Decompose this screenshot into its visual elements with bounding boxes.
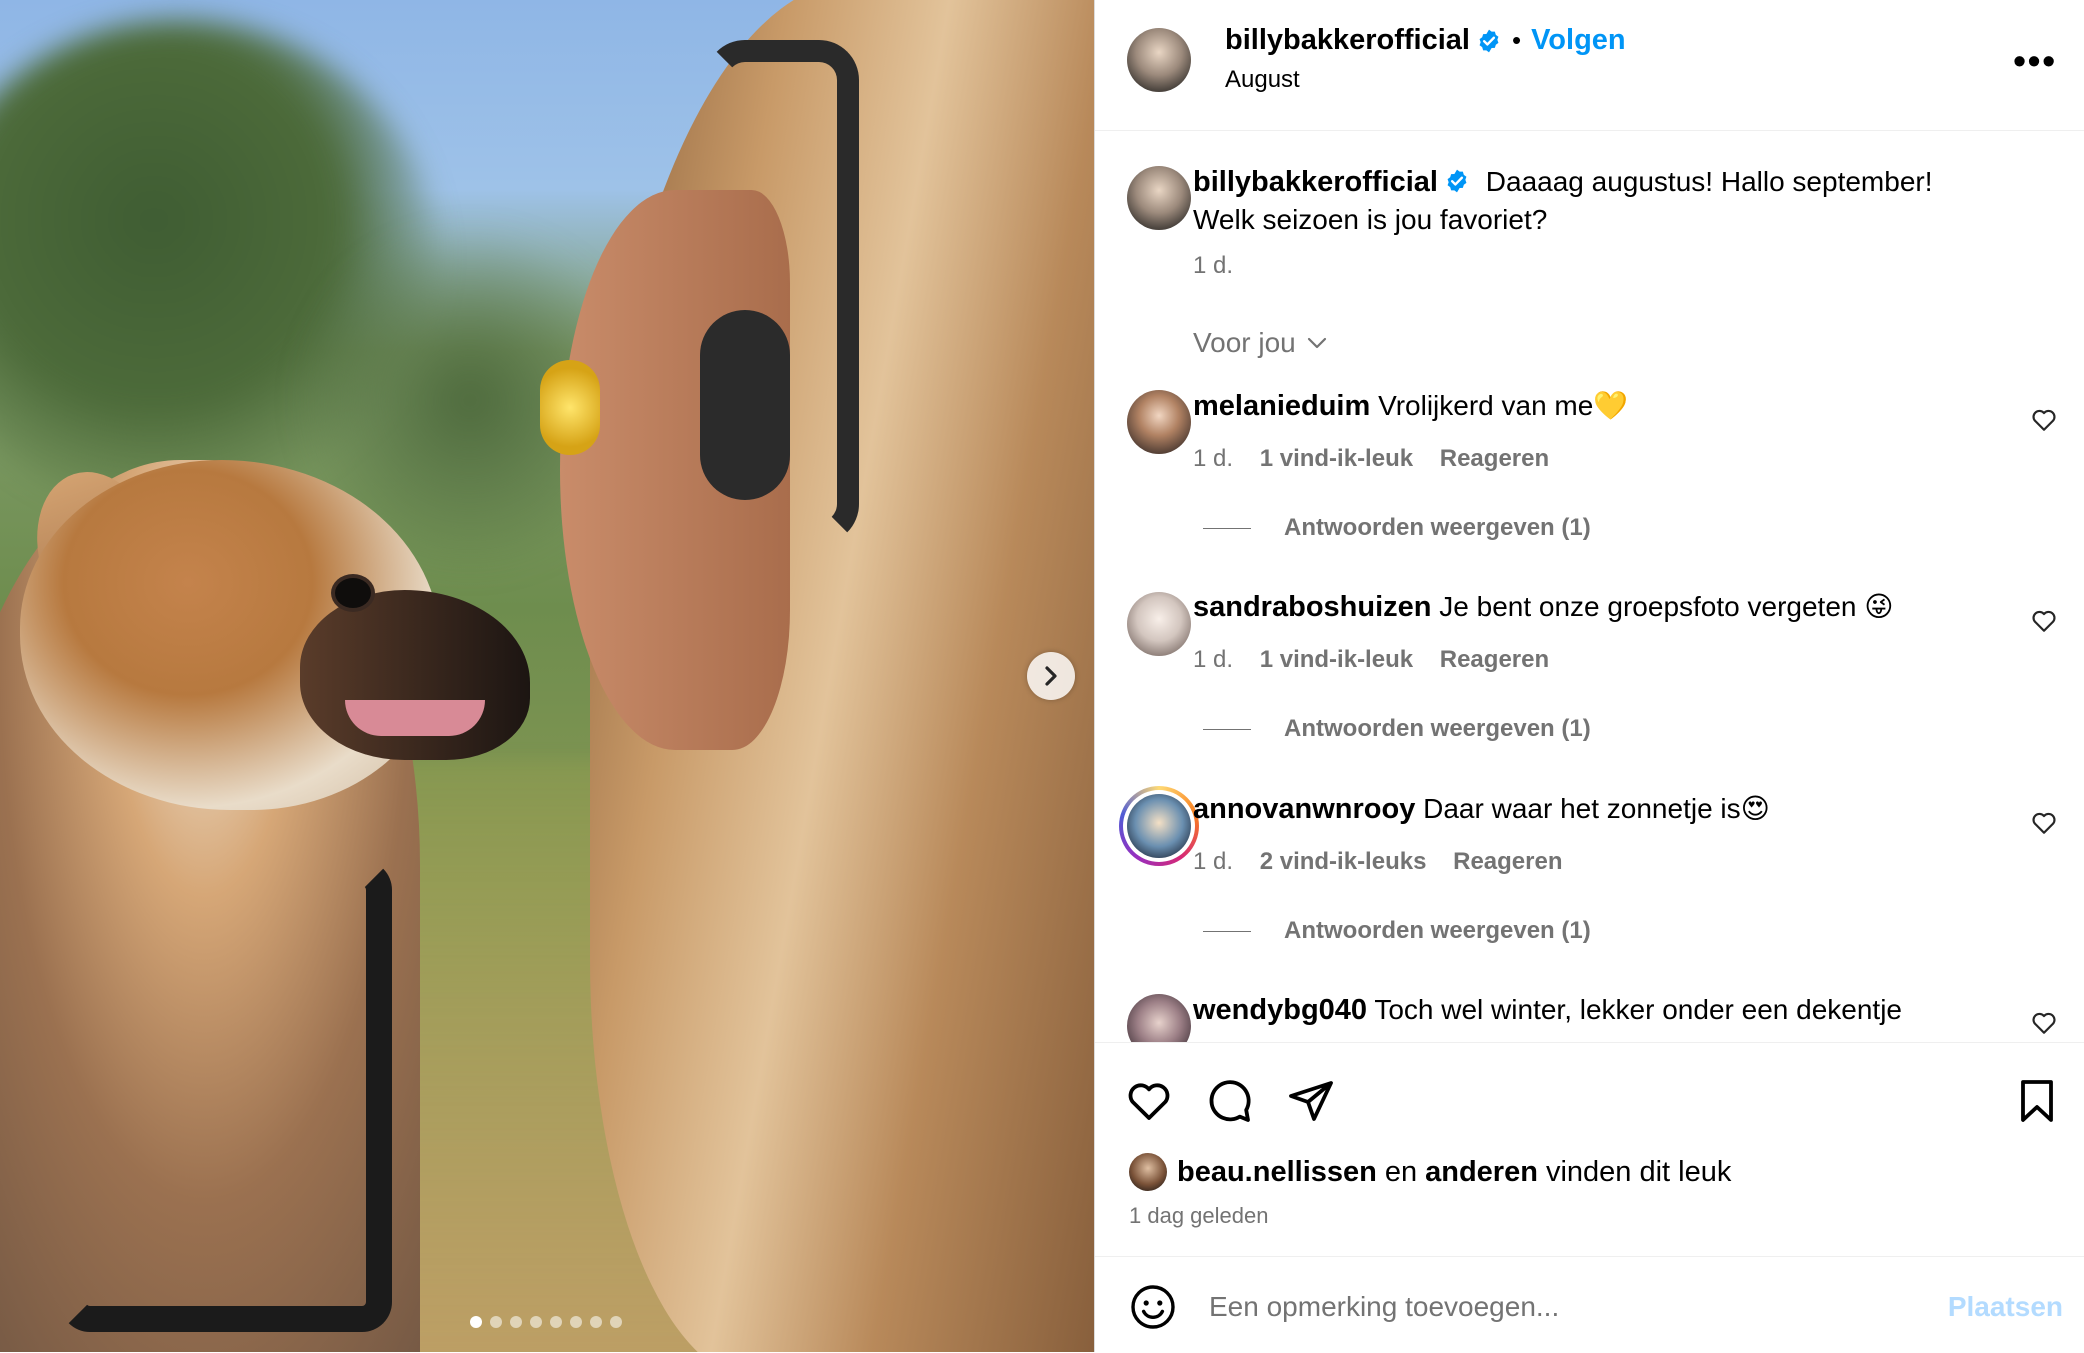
likes-others-link[interactable]: anderen [1425,1156,1538,1189]
more-options-icon[interactable]: ••• [2013,40,2057,82]
comment-meta: 1 d. 1 vind-ik-leuk Reageren [1193,646,1549,674]
comment-like-icon[interactable] [2031,608,2057,634]
post-side-panel: billybakkerofficial • Volgen August ••• … [1094,0,2084,1352]
carousel-dot [510,1316,522,1328]
sort-label: Voor jou [1193,327,1296,358]
comment-icon[interactable] [1205,1077,1253,1125]
comment: wendybg040 Toch wel winter, lekker onder… [1193,991,1983,1029]
carousel-dot [570,1316,582,1328]
caption: billybakkerofficial Daaaag augustus! Hal… [1193,163,2013,238]
comment-meta: 1 d. 1 vind-ik-leuk Reageren [1193,445,1549,473]
photo-headphone-earcup [700,310,790,500]
comment-like-icon[interactable] [2031,1010,2057,1036]
comment-text: Je bent onze groepsfoto vergeten 😜 [1439,591,1894,622]
post-photo[interactable] [0,0,1094,1352]
carousel-dot [470,1316,482,1328]
post-location[interactable]: August [1225,66,1300,94]
carousel-dot [610,1316,622,1328]
comment: sandraboshuizen Je bent onze groepsfoto … [1193,588,1983,626]
comment-like-icon[interactable] [2031,407,2057,433]
comment-sort-dropdown[interactable]: Voor jou [1193,327,1330,359]
caption-text: Daaaag augustus! Hallo september! [1485,166,1933,197]
photo-dog-harness [60,860,392,1332]
comment-time[interactable]: 1 d. [1193,445,1233,472]
comment-time[interactable]: 1 d. [1193,848,1233,875]
liker-avatar[interactable] [1129,1153,1167,1191]
chevron-down-icon [1307,337,1326,349]
replies-divider [1203,728,1251,730]
post-comment-button[interactable]: Plaatsen [1948,1291,2063,1323]
comment-text: Vrolijkerd van me💛 [1378,390,1629,421]
photo-sunglasses [540,360,600,455]
comment-avatar[interactable] [1127,994,1191,1042]
chevron-right-icon [1045,666,1057,686]
reply-button[interactable]: Reageren [1440,445,1549,472]
carousel-dot [590,1316,602,1328]
carousel-dot [490,1316,502,1328]
heart-icon[interactable] [1125,1077,1173,1125]
comment-meta: 1 d. 2 vind-ik-leuks Reageren [1193,848,1563,876]
share-icon[interactable] [1287,1077,1335,1125]
carousel-dot [530,1316,542,1328]
liker-username[interactable]: beau.nellissen [1177,1156,1377,1189]
replies-divider [1203,930,1251,932]
comment-avatar[interactable] [1127,390,1191,454]
carousel-dot [550,1316,562,1328]
post-actions: beau.nellissen en anderen vinden dit leu… [1095,1042,2084,1257]
likes-conjunction: en [1384,1155,1418,1188]
comment-username[interactable]: annovanwnrooy [1193,793,1415,825]
follow-button[interactable]: Volgen [1531,24,1626,57]
comment-text: Daar waar het zonnetje is😍 [1423,793,1770,824]
photo-dog-mouth [345,700,485,736]
comment-username[interactable]: wendybg040 [1193,994,1367,1026]
comments-section[interactable]: billybakkerofficial Daaaag augustus! Hal… [1095,132,2084,1042]
view-replies-button[interactable]: Antwoorden weergeven (1) [1203,514,1591,542]
comment-text: Toch wel winter, lekker onder een dekent… [1374,994,1902,1025]
likes-suffix: vinden dit leuk [1545,1155,1732,1188]
comment-input[interactable] [1207,1281,1911,1333]
reply-button[interactable]: Reageren [1453,848,1562,875]
verified-badge-icon [1479,29,1499,52]
view-replies-label: Antwoorden weergeven (1) [1284,917,1591,944]
post-modal: billybakkerofficial • Volgen August ••• … [0,0,2084,1352]
verified-badge-icon [1447,169,1467,193]
post-timestamp[interactable]: 1 dag geleden [1129,1203,1268,1229]
view-replies-button[interactable]: Antwoorden weergeven (1) [1203,917,1591,945]
caption-text-line2: Welk seizoen is jou favoriet? [1193,204,1548,235]
post-header: billybakkerofficial • Volgen August ••• [1095,0,2084,131]
comment: annovanwnrooy Daar waar het zonnetje is😍 [1193,790,1983,828]
header-separator: • [1512,25,1522,55]
emoji-icon[interactable] [1129,1283,1177,1331]
author-line: billybakkerofficial • Volgen [1225,24,1626,57]
comment-username[interactable]: melanieduim [1193,390,1370,422]
view-replies-label: Antwoorden weergeven (1) [1284,715,1591,742]
author-username[interactable]: billybakkerofficial [1225,24,1470,57]
comment-like-count[interactable]: 1 vind-ik-leuk [1260,445,1413,472]
replies-divider [1203,527,1251,529]
comment-avatar[interactable] [1127,794,1191,858]
carousel-next-button[interactable] [1027,652,1075,700]
view-replies-button[interactable]: Antwoorden weergeven (1) [1203,715,1591,743]
view-replies-label: Antwoorden weergeven (1) [1284,514,1591,541]
caption-avatar[interactable] [1127,166,1191,230]
comment-like-icon[interactable] [2031,810,2057,836]
comment-composer: Plaatsen [1095,1256,2084,1353]
comment-like-count[interactable]: 1 vind-ik-leuk [1260,646,1413,673]
reply-button[interactable]: Reageren [1440,646,1549,673]
comment-avatar[interactable] [1127,592,1191,656]
comment-time[interactable]: 1 d. [1193,646,1233,673]
bookmark-icon[interactable] [2013,1077,2061,1125]
comment-username[interactable]: sandraboshuizen [1193,591,1432,623]
carousel-indicator [470,1316,622,1328]
caption-username[interactable]: billybakkerofficial [1193,166,1438,198]
comment-like-count[interactable]: 2 vind-ik-leuks [1260,848,1427,875]
comment: melanieduim Vrolijkerd van me💛 [1193,387,1983,425]
author-avatar[interactable] [1127,28,1191,92]
caption-time[interactable]: 1 d. [1193,252,1233,280]
photo-dog-eye [335,578,371,608]
likes-summary: beau.nellissen en anderen vinden dit leu… [1129,1153,1731,1191]
